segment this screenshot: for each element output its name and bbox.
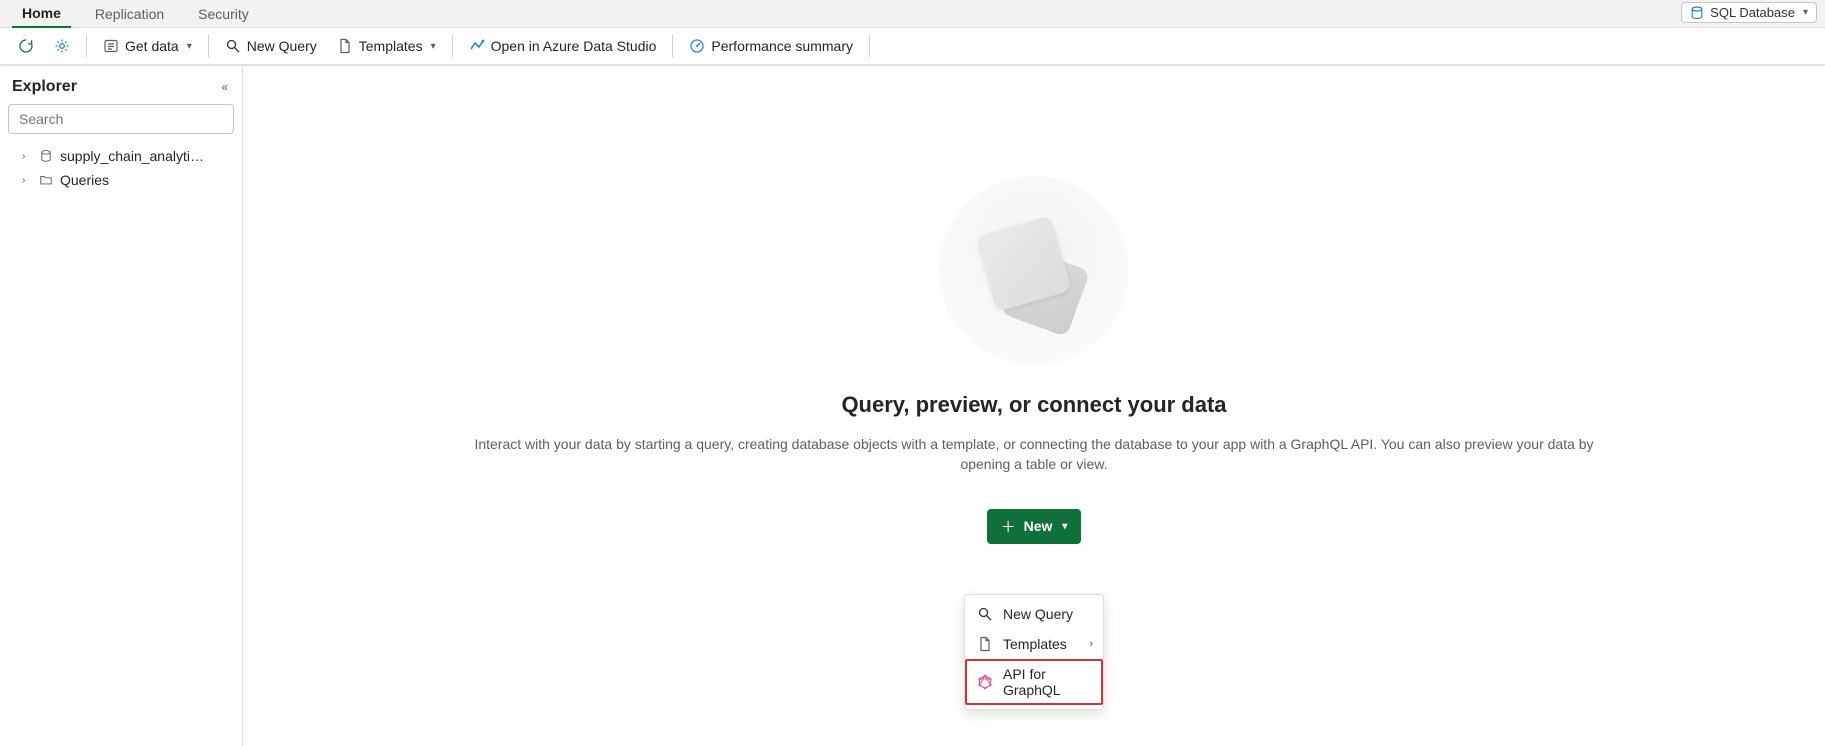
performance-summary-button[interactable]: Performance summary: [681, 34, 861, 58]
explorer-header: Explorer «: [8, 76, 234, 104]
new-query-button[interactable]: New Query: [217, 34, 325, 58]
folder-icon: [38, 172, 54, 188]
get-data-button[interactable]: Get data ▾: [95, 34, 200, 58]
dropdown-item-new-query[interactable]: New Query: [965, 599, 1103, 629]
performance-summary-label: Performance summary: [711, 38, 853, 54]
tab-home[interactable]: Home: [12, 0, 71, 28]
azure-data-studio-icon: [469, 38, 485, 54]
hero-headline: Query, preview, or connect your data: [841, 392, 1226, 418]
toolbar-settings-button[interactable]: [46, 34, 78, 58]
database-icon: [38, 148, 54, 164]
refresh-icon: [18, 38, 34, 54]
main-content: Query, preview, or connect your data Int…: [243, 66, 1825, 746]
chevron-down-icon: ▾: [1803, 7, 1808, 18]
dropdown-item-api-graphql[interactable]: API for GraphQL: [965, 659, 1103, 705]
tab-replication[interactable]: Replication: [85, 0, 174, 27]
get-data-icon: [103, 38, 119, 54]
tree-queries-label: Queries: [60, 172, 109, 188]
explorer-search-input[interactable]: [8, 104, 234, 134]
toolbar-refresh-button[interactable]: [10, 34, 42, 58]
chevron-right-icon: ›: [22, 151, 32, 162]
query-icon: [977, 606, 993, 622]
hero-subtext: Interact with your data by starting a qu…: [474, 434, 1594, 475]
dropdown-item-label: API for GraphQL: [1003, 666, 1091, 698]
toolbar-separator: [672, 35, 673, 57]
new-button-label: New: [1024, 518, 1053, 534]
open-ads-label: Open in Azure Data Studio: [491, 38, 657, 54]
explorer-title: Explorer: [12, 78, 77, 96]
chevron-down-icon: ▾: [187, 41, 192, 52]
toolbar: Get data ▾ New Query Templates ▾ Open in…: [0, 28, 1825, 66]
chevron-right-icon: ›: [22, 175, 32, 186]
new-dropdown-menu: New Query Templates › API for GraphQL: [964, 594, 1104, 710]
file-icon: [977, 636, 993, 652]
context-label: SQL Database: [1710, 5, 1795, 20]
tab-security[interactable]: Security: [188, 0, 259, 27]
chevron-down-icon: ▾: [431, 41, 436, 52]
plus-icon: ＋: [1001, 516, 1016, 537]
open-ads-button[interactable]: Open in Azure Data Studio: [461, 34, 665, 58]
get-data-label: Get data: [125, 38, 179, 54]
tree-queries-node[interactable]: › Queries: [8, 168, 234, 192]
hero-illustration: [939, 176, 1129, 366]
gear-icon: [54, 38, 70, 54]
graphql-icon: [977, 674, 993, 690]
query-icon: [225, 38, 241, 54]
new-button[interactable]: ＋ New ▾: [987, 509, 1082, 544]
toolbar-separator: [869, 35, 870, 57]
toolbar-separator: [452, 35, 453, 57]
new-query-label: New Query: [247, 38, 317, 54]
file-icon: [337, 38, 353, 54]
tree-database-label: supply_chain_analytics...: [60, 148, 210, 164]
explorer-panel: Explorer « › supply_chain_analytics... ›…: [0, 66, 243, 746]
gauge-icon: [689, 38, 705, 54]
top-tabbar: Home Replication Security SQL Database ▾: [0, 0, 1825, 28]
toolbar-separator: [208, 35, 209, 57]
dropdown-item-label: Templates: [1003, 636, 1067, 652]
templates-label: Templates: [359, 38, 423, 54]
body: Explorer « › supply_chain_analytics... ›…: [0, 66, 1825, 746]
dropdown-item-templates[interactable]: Templates ›: [965, 629, 1103, 659]
dropdown-item-label: New Query: [1003, 606, 1073, 622]
chevron-right-icon: ›: [1089, 638, 1093, 650]
templates-button[interactable]: Templates ▾: [329, 34, 444, 58]
chevron-down-icon: ▾: [1062, 521, 1067, 532]
toolbar-separator: [86, 35, 87, 57]
tree-database-node[interactable]: › supply_chain_analytics...: [8, 144, 234, 168]
context-sql-database[interactable]: SQL Database ▾: [1681, 2, 1817, 23]
collapse-panel-icon[interactable]: «: [219, 78, 230, 96]
database-icon: [1690, 6, 1704, 20]
